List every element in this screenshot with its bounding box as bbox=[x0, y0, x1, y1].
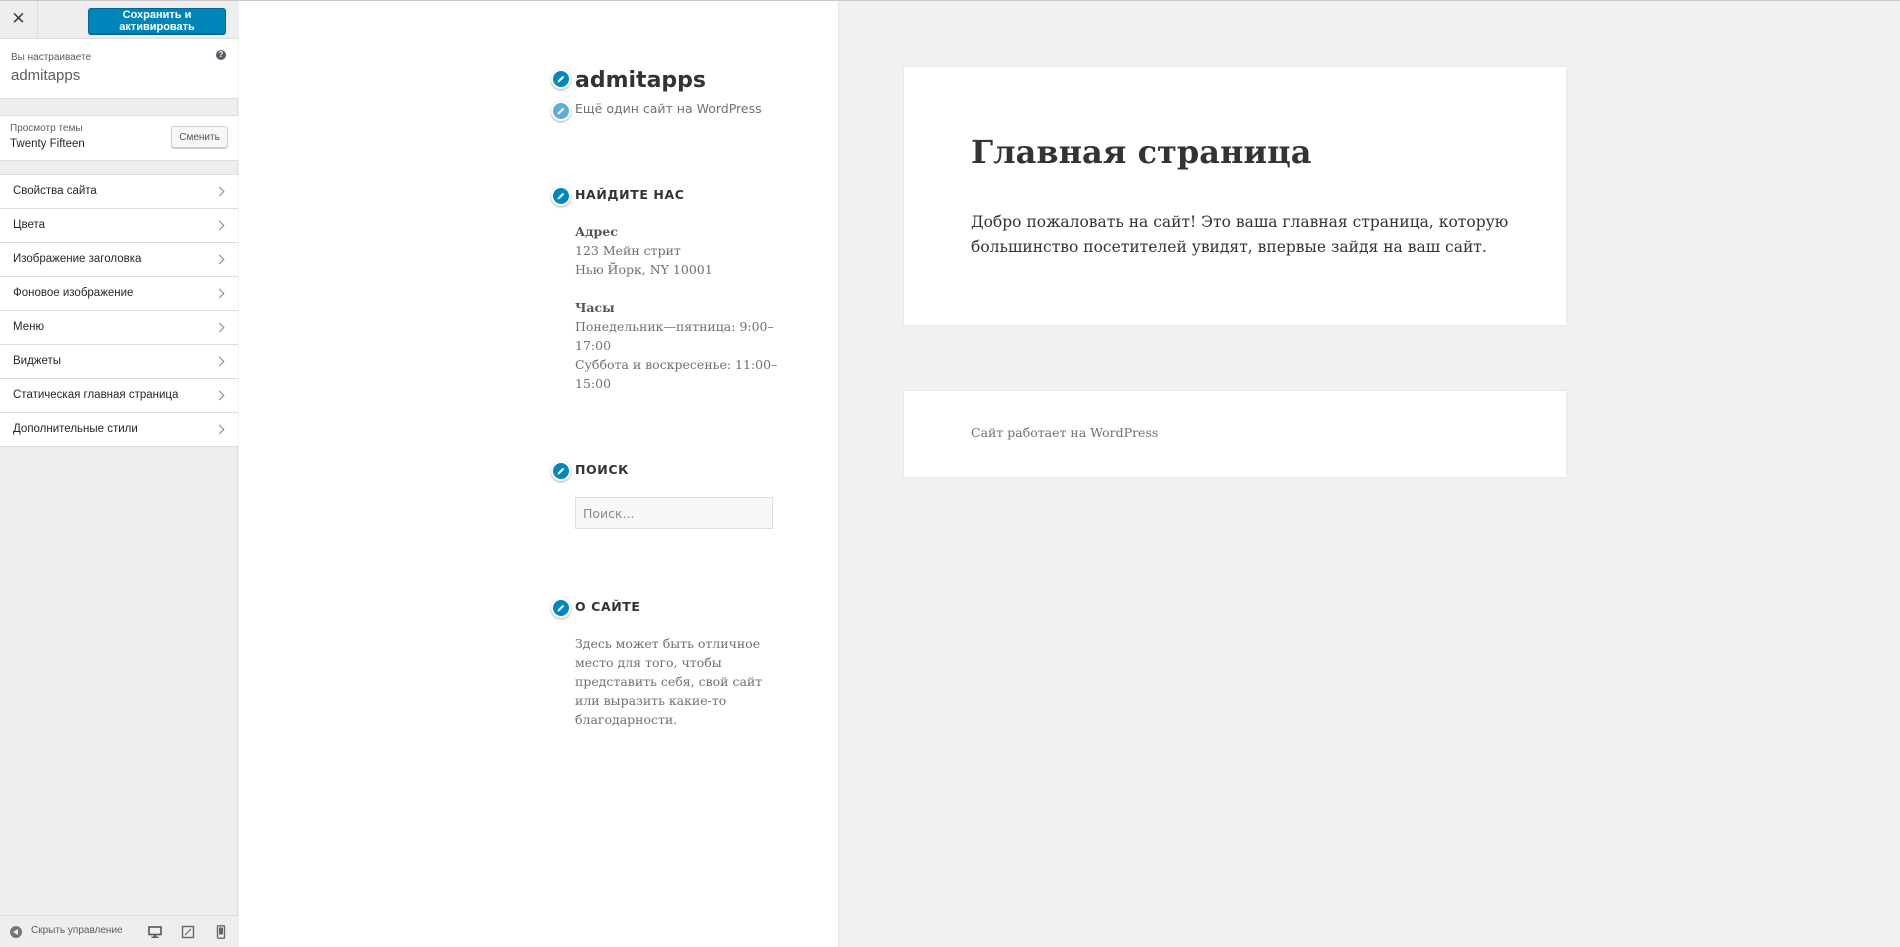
collapse-sidebar-icon[interactable] bbox=[10, 926, 22, 938]
address-heading: Адрес bbox=[575, 224, 618, 239]
panel-static-front-page[interactable]: Статическая главная страница bbox=[0, 379, 238, 413]
customizer-footer: Скрыть управление bbox=[0, 915, 238, 947]
edit-find-us-widget-icon[interactable] bbox=[551, 186, 571, 206]
collapse-sidebar-label[interactable]: Скрыть управление bbox=[31, 925, 123, 936]
customizing-site-name: admitapps bbox=[11, 67, 81, 84]
chevron-right-icon bbox=[214, 254, 225, 265]
mobile-icon[interactable] bbox=[214, 925, 228, 939]
theme-name: Twenty Fifteen bbox=[10, 138, 85, 150]
chevron-right-icon bbox=[214, 288, 225, 299]
panel-colors[interactable]: Цвета bbox=[0, 209, 238, 243]
page-content: Добро пожаловать на сайт! Это ваша главн… bbox=[971, 213, 1509, 256]
find-us-widget-content: Адрес 123 Мейн стрит Нью Йорк, NY 10001 … bbox=[575, 222, 785, 393]
theme-preview-section: Просмотр темы Twenty Fifteen Сменить bbox=[0, 115, 238, 161]
page-title: Главная страница bbox=[971, 133, 1312, 171]
edit-about-widget-icon[interactable] bbox=[551, 598, 571, 618]
preview-site-sidebar: admitapps Ещё один сайт на WordPress НАЙ… bbox=[239, 1, 839, 947]
site-preview: admitapps Ещё один сайт на WordPress НАЙ… bbox=[239, 1, 1900, 947]
customizer-header: ✕ Сохранить и активировать bbox=[0, 0, 238, 39]
chevron-right-icon bbox=[214, 186, 225, 197]
change-theme-button[interactable]: Сменить bbox=[171, 126, 228, 148]
chevron-right-icon bbox=[214, 390, 225, 401]
save-and-activate-button[interactable]: Сохранить и активировать bbox=[88, 8, 226, 34]
site-description: Ещё один сайт на WordPress bbox=[575, 101, 762, 116]
panel-label: Свойства сайта bbox=[13, 185, 97, 197]
chevron-right-icon bbox=[214, 424, 225, 435]
site-footer: Сайт работает на WordPress bbox=[904, 391, 1566, 477]
desktop-icon[interactable] bbox=[148, 925, 162, 939]
chevron-right-icon bbox=[214, 356, 225, 367]
customizing-label: Вы настраиваете bbox=[11, 52, 92, 63]
chevron-right-icon bbox=[214, 220, 225, 231]
customizing-info: Вы настраиваете admitapps ? bbox=[0, 39, 238, 99]
panel-header-image[interactable]: Изображение заголовка bbox=[0, 243, 238, 277]
chevron-right-icon bbox=[214, 322, 225, 333]
panel-label: Меню bbox=[13, 321, 45, 333]
tablet-icon[interactable] bbox=[181, 925, 195, 939]
edit-search-widget-icon[interactable] bbox=[551, 461, 571, 481]
search-input[interactable] bbox=[575, 497, 773, 529]
edit-site-title-icon[interactable] bbox=[551, 69, 571, 89]
customizer-sidebar: ✕ Сохранить и активировать Вы настраивае… bbox=[0, 0, 238, 947]
powered-by-link[interactable]: Сайт работает на WordPress bbox=[971, 425, 1158, 440]
panel-label: Виджеты bbox=[13, 355, 62, 367]
top-border bbox=[0, 0, 1900, 1]
panel-label: Статическая главная страница bbox=[13, 389, 179, 401]
main-page-article: Главная страница Добро пожаловать на сай… bbox=[904, 67, 1566, 325]
site-title[interactable]: admitapps bbox=[575, 68, 706, 93]
panel-menus[interactable]: Меню bbox=[0, 311, 238, 345]
panel-label: Цвета bbox=[13, 219, 46, 231]
about-widget-title: О САЙТЕ bbox=[575, 599, 641, 614]
search-widget-title: ПОИСК bbox=[575, 462, 629, 477]
panel-widgets[interactable]: Виджеты bbox=[0, 345, 238, 379]
hours-heading: Часы bbox=[575, 300, 615, 315]
edit-site-description-icon[interactable] bbox=[551, 101, 571, 121]
panel-site-identity[interactable]: Свойства сайта bbox=[0, 175, 238, 209]
panel-label: Фоновое изображение bbox=[13, 287, 134, 299]
hours-line-2: Суббота и воскресенье: 11:00–15:00 bbox=[575, 357, 778, 391]
close-icon[interactable]: ✕ bbox=[0, 0, 38, 38]
customizer-panels: Свойства сайта Цвета Изображение заголов… bbox=[0, 174, 238, 447]
help-icon[interactable]: ? bbox=[216, 50, 226, 60]
panel-background-image[interactable]: Фоновое изображение bbox=[0, 277, 238, 311]
address-line-1: 123 Мейн стрит bbox=[575, 243, 681, 258]
panel-label: Дополнительные стили bbox=[13, 423, 138, 435]
panel-label: Изображение заголовка bbox=[13, 253, 142, 265]
address-line-2: Нью Йорк, NY 10001 bbox=[575, 262, 713, 277]
find-us-widget-title: НАЙДИТЕ НАС bbox=[575, 187, 685, 202]
about-widget-text: Здесь может быть отличное место для того… bbox=[575, 636, 763, 727]
hours-line-1: Понедельник—пятница: 9:00–17:00 bbox=[575, 319, 774, 353]
theme-preview-label: Просмотр темы bbox=[10, 123, 83, 134]
panel-additional-css[interactable]: Дополнительные стили bbox=[0, 413, 238, 447]
